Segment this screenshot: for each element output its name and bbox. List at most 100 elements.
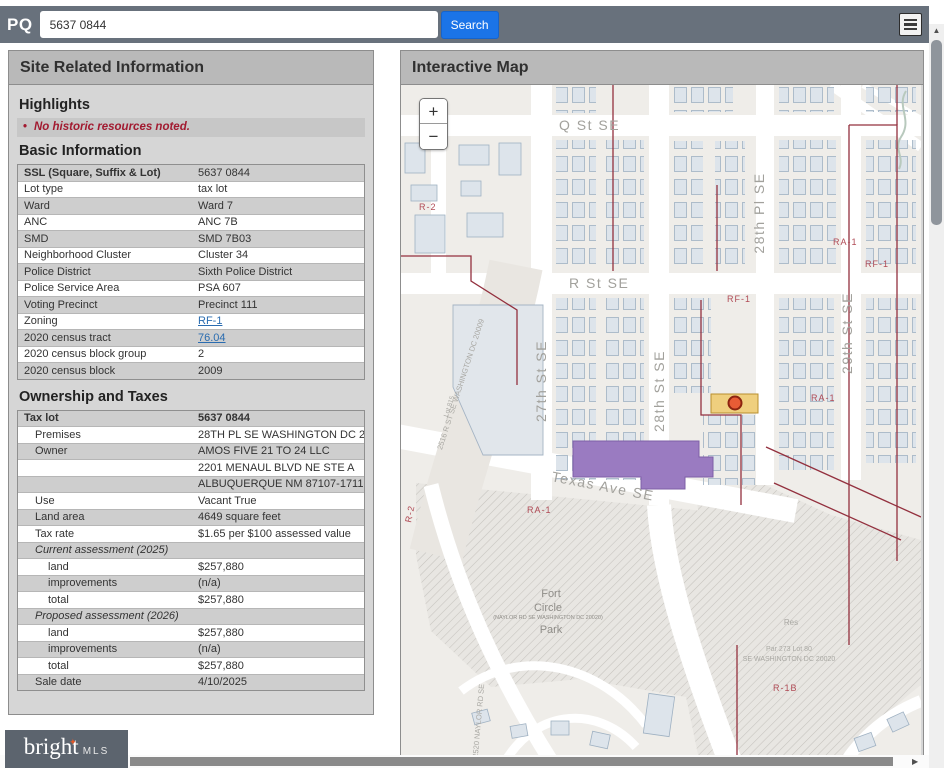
scroll-up-icon[interactable]: ▲ [929,26,944,35]
left-panel-body: Highlights • No historic resources noted… [9,85,373,707]
svg-text:Circle: Circle [534,602,562,614]
interactive-map[interactable]: Q St SE R St SE 27th St SE 28th St SE 28… [401,85,921,768]
ownership-value: $257,880 [196,659,364,673]
ownership-value: (n/a) [196,642,364,656]
map-zoom-control: + − [419,98,448,150]
parcel-label: Par 273 Lot 80 [766,646,812,653]
hamburger-menu-icon[interactable] [899,13,922,36]
basic-info-value: Sixth Police District [196,265,364,279]
basic-info-label: SMD [18,232,196,246]
basic-info-value: Precinct 111 [196,298,364,312]
basic-info-row: SSL (Square, Suffix & Lot)5637 0844 [18,165,364,181]
basic-info-label: Police District [18,265,196,279]
ownership-label: land [18,626,196,640]
ownership-value: (n/a) [196,576,364,590]
basic-info-row: Lot typetax lot [18,181,364,198]
ownership-value: 5637 0844 [196,411,364,425]
basic-info-value-link[interactable]: RF-1 [198,315,222,327]
basic-info-row: Voting PrecinctPrecinct 111 [18,296,364,313]
ownership-row: Tax lot5637 0844 [18,411,364,427]
highlights-heading: Highlights [19,97,365,113]
basic-info-value-link[interactable]: 76.04 [198,332,226,344]
ownership-row: land$257,880 [18,624,364,641]
ownership-section-label: Current assessment (2025) [18,543,364,557]
basic-info-value: 2 [196,347,364,361]
search-button[interactable]: Search [441,11,499,39]
svg-text:Fort: Fort [541,588,561,600]
top-bar: PQ Search [0,6,929,43]
basic-info-value: RF-1 [196,314,364,328]
basic-info-row: 2020 census tract76.04 [18,329,364,346]
ownership-row: OwnerAMOS FIVE 21 TO 24 LLC [18,443,364,460]
selected-parcel-marker[interactable] [711,394,758,413]
ownership-value: $257,880 [196,560,364,574]
ownership-label: total [18,659,196,673]
street-label: 29th St SE [839,292,855,374]
zone-label: RF-1 [727,294,751,304]
horizontal-scrollbar[interactable]: ▶ [0,755,929,768]
ownership-row: Premises28TH PL SE WASHINGTON DC 20020 [18,426,364,443]
zone-label: R-2 [419,202,437,212]
ownership-label: Tax rate [18,527,196,541]
basic-info-label: Neighborhood Cluster [18,248,196,262]
basic-info-label: 2020 census block [18,364,196,378]
basic-info-label: Voting Precinct [18,298,196,312]
vertical-scrollbar[interactable]: ▲ [929,24,944,768]
basic-info-label: Zoning [18,314,196,328]
left-panel-title: Site Related Information [9,51,373,85]
ownership-row: Sale date4/10/2025 [18,674,364,691]
basic-info-row: SMDSMD 7B03 [18,230,364,247]
search-input[interactable] [40,11,438,38]
ownership-row: improvements(n/a) [18,641,364,658]
ownership-value: 28TH PL SE WASHINGTON DC 20020 [196,428,364,442]
ownership-label [18,467,196,469]
ownership-row: Land area4649 square feet [18,509,364,526]
street-label: 28th St SE [651,350,667,432]
ownership-label: improvements [18,642,196,656]
basic-info-value: 76.04 [196,331,364,345]
ownership-label: Use [18,494,196,508]
basic-info-value: 2009 [196,364,364,378]
brand-suffix: MLS [83,746,110,757]
basic-info-label: 2020 census tract [18,331,196,345]
ownership-row: total$257,880 [18,657,364,674]
basic-info-label: Lot type [18,182,196,196]
site-related-information-panel: Site Related Information Highlights • No… [8,50,374,715]
ownership-value: ALBUQUERQUE NM 87107-1711 [196,477,364,491]
bright-mls-logo: bright ✦ MLS [5,730,128,768]
ownership-value: 4649 square feet [196,510,364,524]
propertyquest-app: PQ Search Site Related Information Highl… [0,0,944,768]
parcel-label: SE WASHINGTON DC 20020 [743,656,836,663]
basic-info-value: Cluster 34 [196,248,364,262]
street-label: R St SE [569,275,629,291]
zone-label: RF-1 [865,259,889,269]
zoom-in-button[interactable]: + [420,99,447,124]
ownership-label [18,483,196,485]
zoom-out-button[interactable]: − [420,124,447,149]
ownership-label: Owner [18,444,196,458]
basic-info-value: tax lot [196,182,364,196]
horizontal-scrollbar-thumb[interactable] [130,757,893,766]
ownership-value: AMOS FIVE 21 TO 24 LLC [196,444,364,458]
ownership-value: $1.65 per $100 assessed value [196,527,364,541]
svg-text:(NAYLOR RD SE WASHINGTON DC 20: (NAYLOR RD SE WASHINGTON DC 20020) [493,615,603,621]
basic-info-row: ANCANC 7B [18,214,364,231]
ownership-label: land [18,560,196,574]
ownership-row: 2201 MENAUL BLVD NE STE A [18,459,364,476]
scroll-right-icon[interactable]: ▶ [912,757,918,766]
street-label: 27th St SE [533,340,549,422]
ownership-row: Current assessment (2025) [18,542,364,559]
ownership-value: 4/10/2025 [196,675,364,689]
ownership-row: improvements(n/a) [18,575,364,592]
parcel-label: Res [784,618,798,627]
basic-information-table: SSL (Square, Suffix & Lot)5637 0844Lot t… [17,164,365,380]
ownership-value: $257,880 [196,626,364,640]
ownership-row: total$257,880 [18,591,364,608]
basic-info-value: ANC 7B [196,215,364,229]
ownership-value: $257,880 [196,593,364,607]
ownership-row: Tax rate$1.65 per $100 assessed value [18,525,364,542]
basic-info-row: Police DistrictSixth Police District [18,263,364,280]
ownership-section-label: Proposed assessment (2026) [18,609,364,623]
ownership-label: Sale date [18,675,196,689]
vertical-scrollbar-thumb[interactable] [931,40,942,225]
